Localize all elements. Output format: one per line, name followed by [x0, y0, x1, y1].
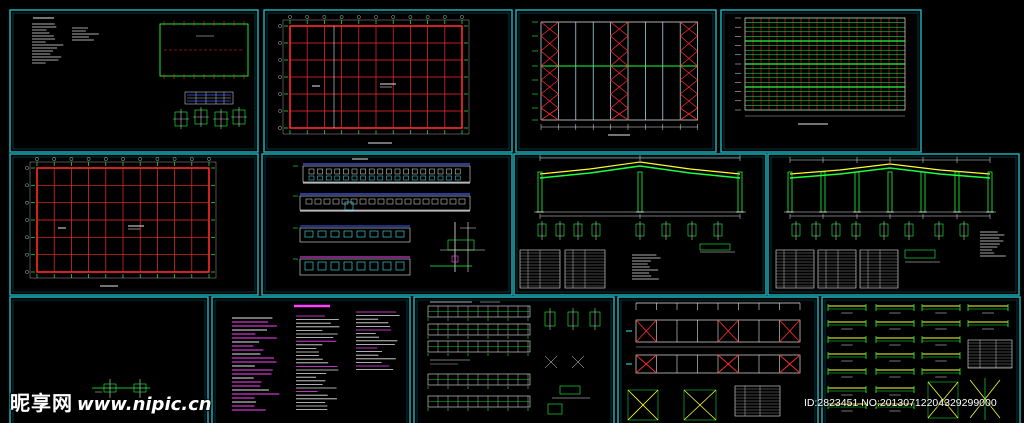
watermark-site: www.nipic.cn [77, 394, 212, 415]
image-id-stamp: ID:2823451 NO:20130712204329299000 [804, 397, 997, 409]
cad-drawing-collection: 昵享网 www.nipic.cn ID:2823451 NO:2013071220… [0, 0, 1024, 423]
cad-sheet [0, 0, 1024, 423]
watermark-brand: 昵享网 [10, 391, 73, 415]
watermark: 昵享网 www.nipic.cn [10, 391, 212, 417]
